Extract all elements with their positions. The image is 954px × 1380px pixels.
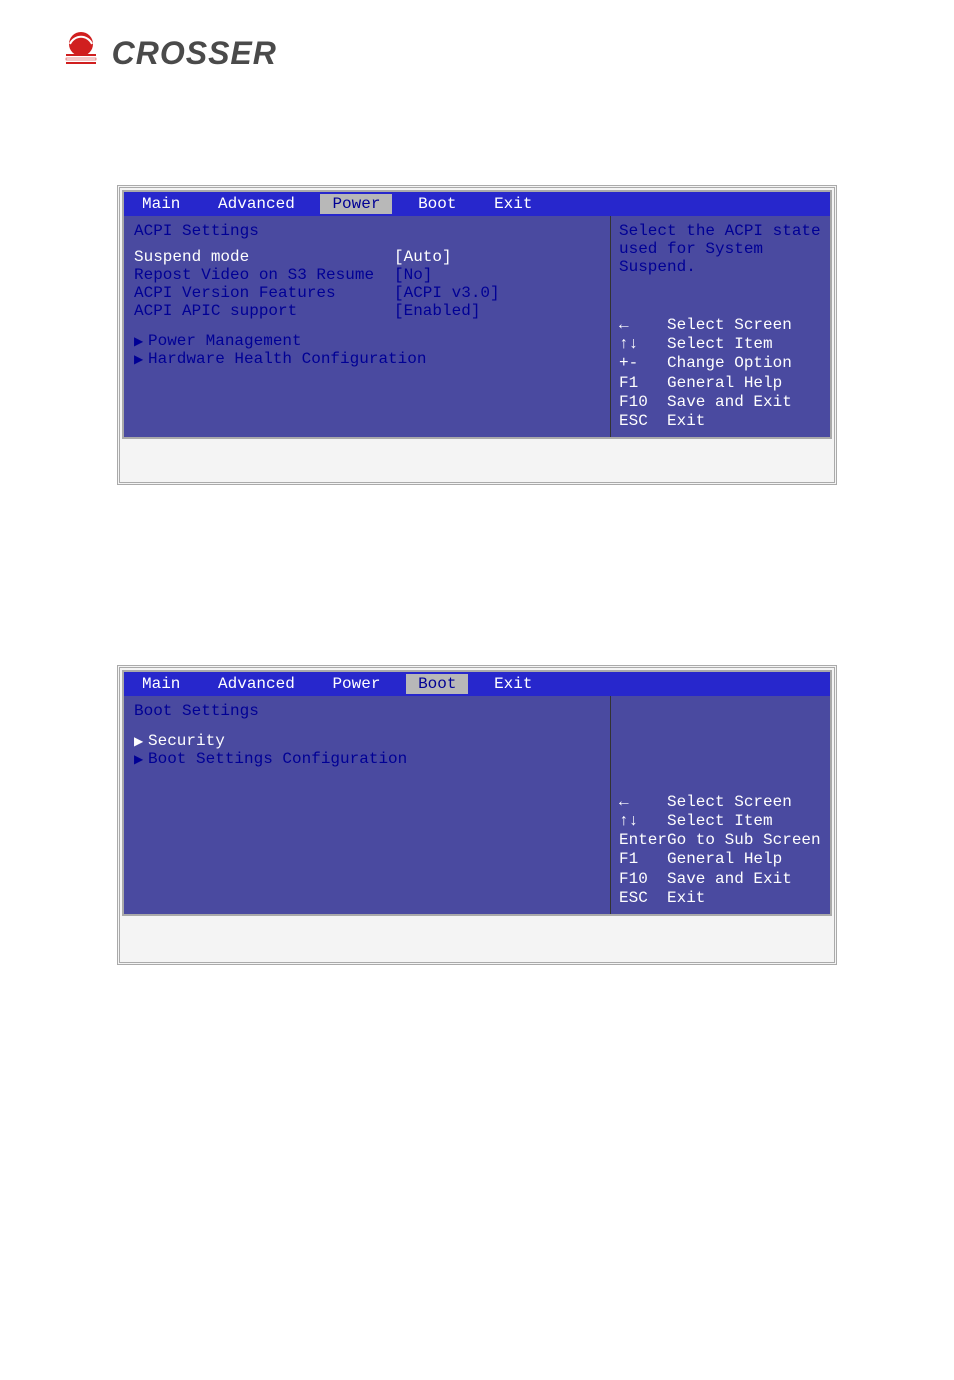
legend-key: F10 — [619, 870, 667, 889]
legend-row: ←Select Screen — [619, 316, 822, 335]
tab-advanced[interactable]: Advanced — [206, 674, 307, 694]
legend-label: Select Item — [667, 812, 773, 831]
setting-value: [Enabled] — [394, 302, 504, 320]
legend-row: EnterGo to Sub Screen — [619, 831, 822, 850]
submenu-list: ▶ Security ▶ Boot Settings Configuration — [134, 732, 600, 768]
legend-key: ↑↓ — [619, 335, 667, 354]
triangle-right-icon: ▶ — [134, 352, 148, 367]
setting-value: [No] — [394, 266, 504, 284]
tab-boot[interactable]: Boot — [406, 194, 468, 214]
submenu-boot-settings-config[interactable]: ▶ Boot Settings Configuration — [134, 750, 600, 768]
tab-advanced[interactable]: Advanced — [206, 194, 307, 214]
help-text: Select the ACPI state used for System Su… — [619, 222, 822, 276]
legend-row: F10Save and Exit — [619, 870, 822, 889]
bios-window-power: Main Advanced Power Boot Exit ACPI Setti… — [117, 185, 837, 485]
legend-row: ←Select Screen — [619, 793, 822, 812]
legend-key: Enter — [619, 831, 667, 850]
triangle-right-icon: ▶ — [134, 334, 148, 349]
legend-label: Save and Exit — [667, 393, 792, 412]
submenu-security[interactable]: ▶ Security — [134, 732, 600, 750]
content-row: ACPI Settings Suspend mode [Auto] Repost… — [124, 216, 830, 437]
legend-key: ESC — [619, 412, 667, 431]
submenu-power-management[interactable]: ▶ Power Management — [134, 332, 600, 350]
logo-mark-icon — [60, 30, 102, 77]
legend: ←Select Screen ↑↓Select Item +-Change Op… — [619, 316, 822, 431]
menubar[interactable]: Main Advanced Power Boot Exit — [124, 672, 830, 696]
legend-label: Change Option — [667, 354, 792, 373]
setting-value: [Auto] — [394, 248, 504, 266]
setting-repost-video[interactable]: Repost Video on S3 Resume [No] — [134, 266, 600, 284]
legend-row: ↑↓Select Item — [619, 335, 822, 354]
tab-power[interactable]: Power — [320, 674, 392, 694]
legend-key: F10 — [619, 393, 667, 412]
tab-exit[interactable]: Exit — [482, 194, 544, 214]
legend-row: F1General Help — [619, 374, 822, 393]
tab-main[interactable]: Main — [130, 674, 192, 694]
right-pane: ←Select Screen ↑↓Select Item EnterGo to … — [610, 696, 830, 914]
legend-key: +- — [619, 354, 667, 373]
settings-list: Suspend mode [Auto] Repost Video on S3 R… — [134, 248, 600, 320]
bios-inner: Main Advanced Power Boot Exit ACPI Setti… — [122, 190, 832, 439]
right-pane: Select the ACPI state used for System Su… — [610, 216, 830, 437]
legend-key: ← — [619, 316, 667, 335]
legend-key: ESC — [619, 889, 667, 908]
legend-row: F10Save and Exit — [619, 393, 822, 412]
logo-text: CROSSER — [112, 35, 277, 72]
tab-main[interactable]: Main — [130, 194, 192, 214]
tab-boot[interactable]: Boot — [406, 674, 468, 694]
legend-row: +-Change Option — [619, 354, 822, 373]
legend-row: ESCExit — [619, 412, 822, 431]
legend-key: F1 — [619, 374, 667, 393]
legend-label: Select Item — [667, 335, 773, 354]
setting-value: [ACPI v3.0] — [394, 284, 504, 302]
submenu-label: Security — [148, 732, 225, 750]
submenu-list: ▶ Power Management ▶ Hardware Health Con… — [134, 332, 600, 368]
setting-label: Suspend mode — [134, 248, 394, 266]
triangle-right-icon: ▶ — [134, 734, 148, 749]
page-title: Boot Settings — [134, 702, 600, 720]
legend-label: Go to Sub Screen — [667, 831, 821, 850]
setting-suspend-mode[interactable]: Suspend mode [Auto] — [134, 248, 600, 266]
setting-acpi-apic[interactable]: ACPI APIC support [Enabled] — [134, 302, 600, 320]
menubar[interactable]: Main Advanced Power Boot Exit — [124, 192, 830, 216]
page-title: ACPI Settings — [134, 222, 600, 240]
logo: CROSSER — [60, 30, 280, 85]
setting-label: ACPI APIC support — [134, 302, 394, 320]
legend-key: ↑↓ — [619, 812, 667, 831]
legend-row: ESCExit — [619, 889, 822, 908]
submenu-label: Hardware Health Configuration — [148, 350, 426, 368]
setting-acpi-version[interactable]: ACPI Version Features [ACPI v3.0] — [134, 284, 600, 302]
tab-exit[interactable]: Exit — [482, 674, 544, 694]
legend-key: F1 — [619, 850, 667, 869]
legend-label: Select Screen — [667, 316, 792, 335]
setting-label: ACPI Version Features — [134, 284, 394, 302]
setting-label: Repost Video on S3 Resume — [134, 266, 394, 284]
legend-row: F1General Help — [619, 850, 822, 869]
legend-label: General Help — [667, 374, 782, 393]
legend-label: Exit — [667, 412, 705, 431]
bios-window-boot: Main Advanced Power Boot Exit Boot Setti… — [117, 665, 837, 965]
legend-label: Save and Exit — [667, 870, 792, 889]
legend-label: General Help — [667, 850, 782, 869]
legend: ←Select Screen ↑↓Select Item EnterGo to … — [619, 793, 822, 908]
legend-label: Exit — [667, 889, 705, 908]
legend-label: Select Screen — [667, 793, 792, 812]
legend-key: ← — [619, 793, 667, 812]
submenu-hardware-health[interactable]: ▶ Hardware Health Configuration — [134, 350, 600, 368]
legend-row: ↑↓Select Item — [619, 812, 822, 831]
spacer — [134, 768, 600, 908]
left-pane: ACPI Settings Suspend mode [Auto] Repost… — [124, 216, 610, 437]
submenu-label: Power Management — [148, 332, 302, 350]
left-pane: Boot Settings ▶ Security ▶ Boot Settings… — [124, 696, 610, 914]
tab-power[interactable]: Power — [320, 194, 392, 214]
triangle-right-icon: ▶ — [134, 752, 148, 767]
content-row: Boot Settings ▶ Security ▶ Boot Settings… — [124, 696, 830, 914]
submenu-label: Boot Settings Configuration — [148, 750, 407, 768]
bios-inner: Main Advanced Power Boot Exit Boot Setti… — [122, 670, 832, 916]
